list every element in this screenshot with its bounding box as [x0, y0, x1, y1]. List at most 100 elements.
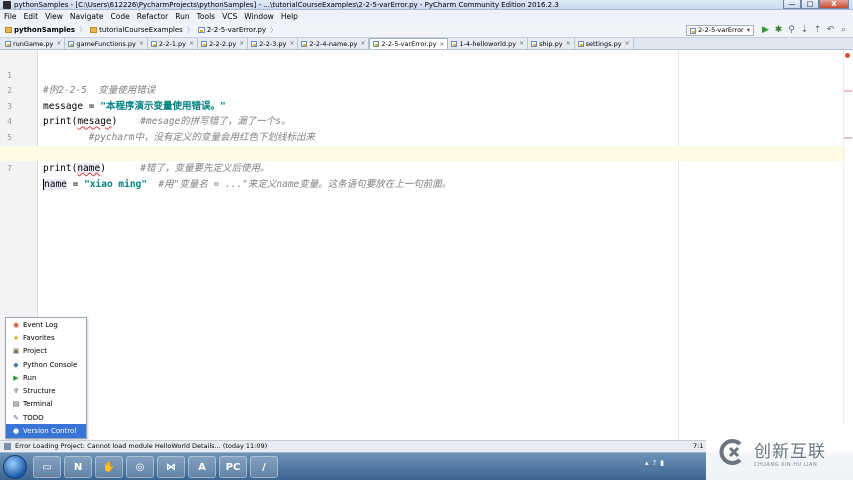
run-configuration-select[interactable]: 2-2-5-varError ▾ — [686, 25, 754, 36]
close-icon[interactable]: × — [439, 41, 444, 48]
folder-icon — [5, 27, 12, 33]
tool-window-terminal[interactable]: ▤ Terminal — [6, 398, 86, 411]
run-toolbar: 2-2-5-varError ▾ ▶ ✱ ⚲ ⇣ ⇡ ↶ ⌕ — [686, 25, 849, 36]
menu-item-code[interactable]: Code — [111, 12, 130, 21]
python-file-icon — [690, 27, 697, 34]
breadcrumb-label: tutorialCourseExamples — [99, 26, 183, 34]
menu-item-refactor[interactable]: Refactor — [137, 12, 168, 21]
tool-window-todo[interactable]: ✎ TODO — [6, 411, 86, 424]
minimize-button[interactable]: — — [783, 0, 801, 9]
close-icon[interactable]: × — [289, 40, 294, 47]
run-icon[interactable]: ▶ — [760, 25, 771, 36]
code-line[interactable]: 4 #pycharm中，没有定义的变量会用红色下划线标出来 — [0, 99, 845, 143]
help-icon[interactable]: ? — [653, 459, 657, 467]
tab-settings-py[interactable]: settings.py × — [574, 38, 634, 49]
close-icon[interactable]: × — [625, 40, 630, 47]
menu-item-edit[interactable]: Edit — [24, 12, 39, 21]
tab-gamefunctions-py[interactable]: gameFunctions.py × — [65, 38, 148, 49]
tool-window-favorites[interactable]: ★ Favorites — [6, 331, 86, 344]
tool-window-python-console[interactable]: ◆ Python Console — [6, 358, 86, 371]
run-configuration-label: 2-2-5-varError — [698, 26, 744, 34]
close-icon[interactable]: × — [189, 40, 194, 47]
tab-1-4-helloworld-py[interactable]: 1-4-helloworld.py × — [448, 38, 529, 49]
vcs-update-icon[interactable]: ⇣ — [799, 25, 810, 36]
close-icon[interactable]: × — [566, 40, 571, 47]
caret-position[interactable]: 7:1 — [693, 441, 703, 452]
breadcrumb-project[interactable]: pythonSamples — [5, 26, 75, 34]
taskbar-app-visual-studio[interactable]: ⋈ — [157, 456, 185, 478]
tab-label: 2-2-2.py — [209, 39, 237, 48]
tab-ship-py[interactable]: ship.py × — [528, 38, 575, 49]
menu-item-tools[interactable]: Tools — [197, 12, 215, 21]
code-editor[interactable]: 1 #例2-2-5 变量使用错误 2 message = "本程序演示变量使用错… — [0, 50, 853, 440]
tool-windows-icon[interactable] — [4, 443, 11, 450]
menu-item-view[interactable]: View — [45, 12, 63, 21]
error-stripe[interactable] — [843, 50, 853, 440]
tab-2-2-4-name-py[interactable]: 2-2-4-name.py × — [298, 38, 370, 49]
coverage-icon[interactable]: ⚲ — [786, 25, 797, 36]
tray-chevron-icon[interactable]: ▴ — [645, 459, 649, 467]
search-icon[interactable]: ⌕ — [838, 25, 849, 36]
error-mark[interactable] — [844, 90, 852, 92]
python-file-icon — [531, 40, 538, 47]
menu-item-navigate[interactable]: Navigate — [70, 12, 104, 21]
taskbar-app-app8[interactable]: / — [250, 456, 278, 478]
watermark-logo-icon — [719, 439, 742, 465]
tool-window-label: TODO — [23, 413, 44, 422]
current-code-line[interactable]: 7 name = "xiao ming" #用"变量名 = ..."来定义nam… — [0, 145, 845, 190]
todo-icon: ✎ — [13, 413, 19, 422]
tab-2-2-3-py[interactable]: 2-2-3.py × — [248, 38, 299, 49]
menu-item-window[interactable]: Window — [244, 12, 274, 21]
pycharm-app-icon — [3, 1, 11, 9]
tool-window-label: Event Log — [23, 320, 58, 329]
tab-rungame-py[interactable]: runGame.py × — [2, 38, 66, 49]
watermark: 创新互联 CHUANG XIN HU LIAN — [706, 424, 853, 480]
taskbar-app-onenote[interactable]: N — [64, 456, 92, 478]
vcs-commit-icon[interactable]: ⇡ — [812, 25, 823, 36]
close-button[interactable]: X — [819, 0, 849, 9]
error-indicator-icon[interactable] — [845, 53, 850, 58]
operator: = — [66, 178, 85, 190]
visual-studio-icon: ⋈ — [166, 461, 176, 473]
start-button[interactable] — [3, 455, 27, 479]
close-icon[interactable]: × — [239, 40, 244, 47]
tool-window-structure[interactable]: ♆ Structure — [6, 384, 86, 397]
close-icon[interactable]: × — [56, 40, 61, 47]
error-mark[interactable] — [844, 137, 852, 139]
close-icon[interactable]: × — [360, 40, 365, 47]
menu-item-file[interactable]: File — [4, 12, 17, 21]
code-line[interactable]: 6 print(name) #错了，变量要先定义后使用。 — [0, 130, 845, 175]
code-line[interactable]: 5 — [0, 114, 845, 142]
close-icon[interactable]: × — [139, 40, 144, 47]
debug-icon[interactable]: ✱ — [773, 25, 784, 36]
taskbar-app-acrobat[interactable]: A — [188, 456, 216, 478]
tab-2-2-1-py[interactable]: 2-2-1.py × — [147, 38, 199, 49]
tool-window-project[interactable]: ▣ Project — [6, 345, 86, 358]
tool-window-label: Python Console — [23, 360, 78, 369]
menu-item-help[interactable]: Help — [281, 12, 298, 21]
tool-window-event-log[interactable]: ◉ Event Log — [6, 318, 86, 331]
menu-item-vcs[interactable]: VCS — [222, 12, 237, 21]
breadcrumb-folder[interactable]: tutorialCourseExamples — [90, 26, 183, 34]
taskbar-app-chrome[interactable]: ◎ — [126, 456, 154, 478]
tab-2-2-5-varerror-py[interactable]: 2-2-5-varError.py × — [369, 38, 449, 49]
breadcrumb-file[interactable]: 2-2-5-varError.py — [197, 26, 266, 34]
taskbar-app-pycharm[interactable]: PC — [219, 456, 247, 478]
code-line[interactable]: 1 #例2-2-5 变量使用错误 — [0, 52, 845, 97]
code-line[interactable]: 3 print(mesage) #mesage的拼写错了，漏了一个s。 — [0, 83, 845, 128]
code-line[interactable]: 2 message = "本程序演示变量使用错误。" — [0, 68, 845, 112]
undo-icon[interactable]: ↶ — [825, 25, 836, 36]
unresolved-reference[interactable]: name — [77, 163, 101, 175]
close-icon[interactable]: × — [519, 40, 524, 47]
tool-window-label: Terminal — [23, 400, 53, 409]
taskbar-app-app3[interactable]: ✋ — [95, 456, 123, 478]
tool-window-version-control[interactable]: ● Version Control — [6, 424, 86, 438]
tab-2-2-2-py[interactable]: 2-2-2.py × — [198, 38, 249, 49]
menu-item-run[interactable]: Run — [175, 12, 189, 21]
taskbar-app-explorer[interactable]: ▭ — [33, 456, 61, 478]
status-message[interactable]: Error Loading Project: Cannot load modul… — [15, 441, 267, 452]
maximize-button[interactable]: □ — [801, 0, 819, 9]
python-file-icon — [451, 40, 458, 47]
tool-window-run[interactable]: ▶ Run — [6, 371, 86, 384]
structure-icon: ♆ — [12, 387, 20, 396]
